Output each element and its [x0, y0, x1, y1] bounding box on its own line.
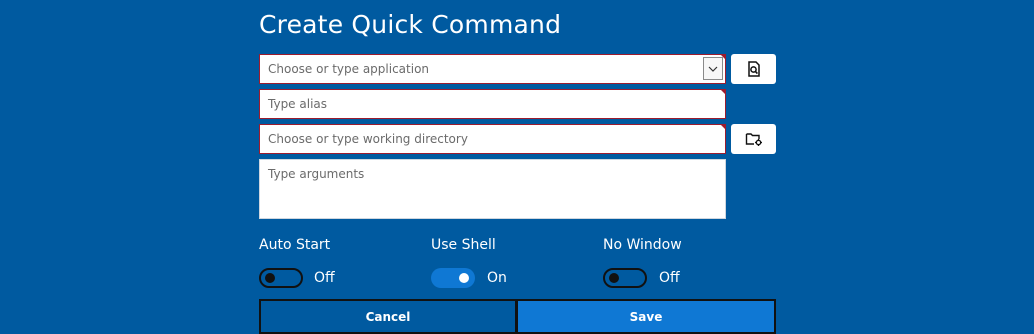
file-search-icon: [747, 61, 760, 77]
arguments-textarea[interactable]: Type arguments: [259, 159, 726, 219]
no-window-state: Off: [659, 270, 680, 286]
toggle-knob: [609, 273, 619, 283]
validation-marker: [720, 89, 726, 95]
toggle-knob: [265, 273, 275, 283]
no-window-toggle[interactable]: [603, 268, 647, 288]
auto-start-toggle[interactable]: [259, 268, 303, 288]
working-directory-combobox[interactable]: Choose or type working directory: [259, 124, 726, 154]
no-window-label: No Window: [603, 237, 682, 253]
auto-start-state: Off: [314, 270, 335, 286]
chevron-down-icon: [708, 66, 718, 72]
browse-directory-button[interactable]: [731, 124, 776, 154]
use-shell-toggle[interactable]: [431, 268, 475, 288]
alias-input[interactable]: Type alias: [259, 89, 726, 119]
use-shell-label: Use Shell: [431, 237, 496, 253]
application-dropdown-button[interactable]: [703, 57, 723, 80]
save-button[interactable]: Save: [516, 299, 776, 334]
validation-marker: [720, 124, 726, 130]
browse-application-button[interactable]: [731, 54, 776, 84]
alias-placeholder: Type alias: [268, 97, 328, 111]
folder-settings-icon: [745, 133, 762, 146]
toggle-knob: [459, 273, 469, 283]
arguments-placeholder: Type arguments: [268, 167, 365, 181]
cancel-button[interactable]: Cancel: [259, 299, 517, 334]
working-directory-placeholder: Choose or type working directory: [268, 132, 468, 146]
auto-start-label: Auto Start: [259, 237, 331, 253]
page-title: Create Quick Command: [259, 10, 562, 39]
use-shell-state: On: [487, 270, 507, 286]
validation-marker: [720, 54, 726, 60]
application-placeholder: Choose or type application: [268, 62, 430, 76]
application-combobox[interactable]: Choose or type application: [259, 54, 726, 84]
